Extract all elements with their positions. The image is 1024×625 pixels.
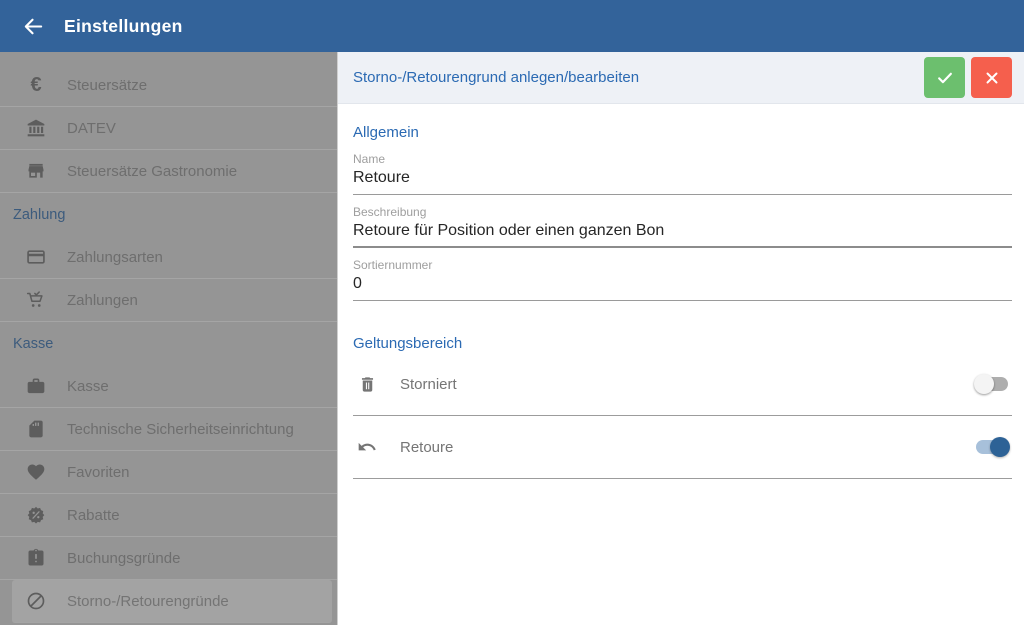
field-name: Name [353,152,1012,195]
heart-icon [25,461,47,483]
confirm-button[interactable] [924,57,965,98]
cancel-button[interactable] [971,57,1012,98]
dialog-header: Storno-/Retourengrund anlegen/bearbeiten [338,52,1024,104]
sidebar-item-steuersaetze[interactable]: € Steuersätze [0,64,337,107]
block-icon [25,590,47,612]
storniert-toggle[interactable] [974,374,1010,394]
section-title-geltungsbereich: Geltungsbereich [353,335,463,352]
sidebar-item-label: Kasse [67,377,109,395]
field-label: Name [353,152,386,166]
sidebar-item-zahlungsarten[interactable]: Zahlungsarten [0,236,337,279]
sidebar-item-rabatte[interactable]: Rabatte [0,494,337,537]
arrow-back-icon [22,15,45,38]
sortiernummer-input[interactable] [353,272,1012,301]
sidebar-item-tse[interactable]: Technische Sicherheitseinrichtung [0,408,337,451]
toggle-row-retoure: Retoure [353,416,1012,479]
sd-card-icon [25,418,47,440]
sidebar-section-zahlung: Zahlung [13,206,66,223]
sidebar-item-label: Buchungsgründe [67,549,181,567]
sidebar-item-favoriten[interactable]: Favoriten [0,451,337,494]
sidebar-item-datev[interactable]: DATEV [0,107,337,150]
discount-icon [25,504,47,526]
sidebar-section-kasse: Kasse [13,335,54,352]
settings-app-window: Einstellungen € Steuersätze DATEV Steuer… [0,0,1024,625]
briefcase-icon [25,375,47,397]
store-icon [25,160,47,182]
bank-icon [25,117,47,139]
clipboard-alert-icon [25,547,47,569]
toggle-knob [990,437,1010,457]
euro-icon: € [30,74,42,96]
close-icon [983,69,1001,87]
sidebar-item-label: Rabatte [67,506,120,524]
name-input[interactable] [353,166,1012,195]
sidebar-item-label: Steuersätze [67,76,148,94]
sidebar-item-label: Technische Sicherheitseinrichtung [67,420,294,438]
undo-icon [356,436,378,458]
field-beschreibung: Beschreibung [353,205,1012,248]
top-app-bar: Einstellungen [0,0,1024,52]
sidebar-item-label: Zahlungsarten [67,248,163,266]
trash-icon [356,373,378,395]
toggle-label: Retoure [400,438,454,456]
sidebar-item-label: Zahlungen [67,291,138,309]
dialog-title: Storno-/Retourengrund anlegen/bearbeiten [353,69,640,86]
sidebar-item-label: Storno-/Retourengründe [67,592,229,610]
field-label: Beschreibung [353,205,427,219]
toggle-row-storniert: Storniert [353,353,1012,416]
section-title-allgemein: Allgemein [353,124,419,141]
sidebar-item-zahlungen[interactable]: Zahlungen [0,279,337,322]
check-icon [935,68,955,88]
toggle-label: Storniert [400,375,457,393]
credit-card-icon [25,246,47,268]
back-button[interactable] [21,14,45,38]
sidebar-item-storno-retourengruende[interactable]: Storno-/Retourengründe [12,580,332,623]
sidebar-item-label: DATEV [67,119,116,137]
edit-panel: Storno-/Retourengrund anlegen/bearbeiten… [337,52,1024,625]
sidebar-item-steuersaetze-gastronomie[interactable]: Steuersätze Gastronomie [0,150,337,193]
sidebar-item-buchungsgruende[interactable]: Buchungsgründe [0,537,337,580]
beschreibung-input[interactable] [353,219,1012,248]
cart-check-icon [25,289,47,311]
field-label: Sortiernummer [353,258,433,272]
sidebar-item-kasse[interactable]: Kasse [0,365,337,408]
field-sortiernummer: Sortiernummer [353,258,1012,301]
edit-form: Allgemein Name Beschreibung Sortiernumme… [338,124,1024,479]
settings-sidebar: € Steuersätze DATEV Steuersätze Gastrono… [0,52,337,625]
sidebar-item-label: Steuersätze Gastronomie [67,162,238,180]
page-title: Einstellungen [64,15,183,36]
retoure-toggle[interactable] [974,437,1010,457]
toggle-knob [974,374,994,394]
sidebar-item-label: Favoriten [67,463,130,481]
